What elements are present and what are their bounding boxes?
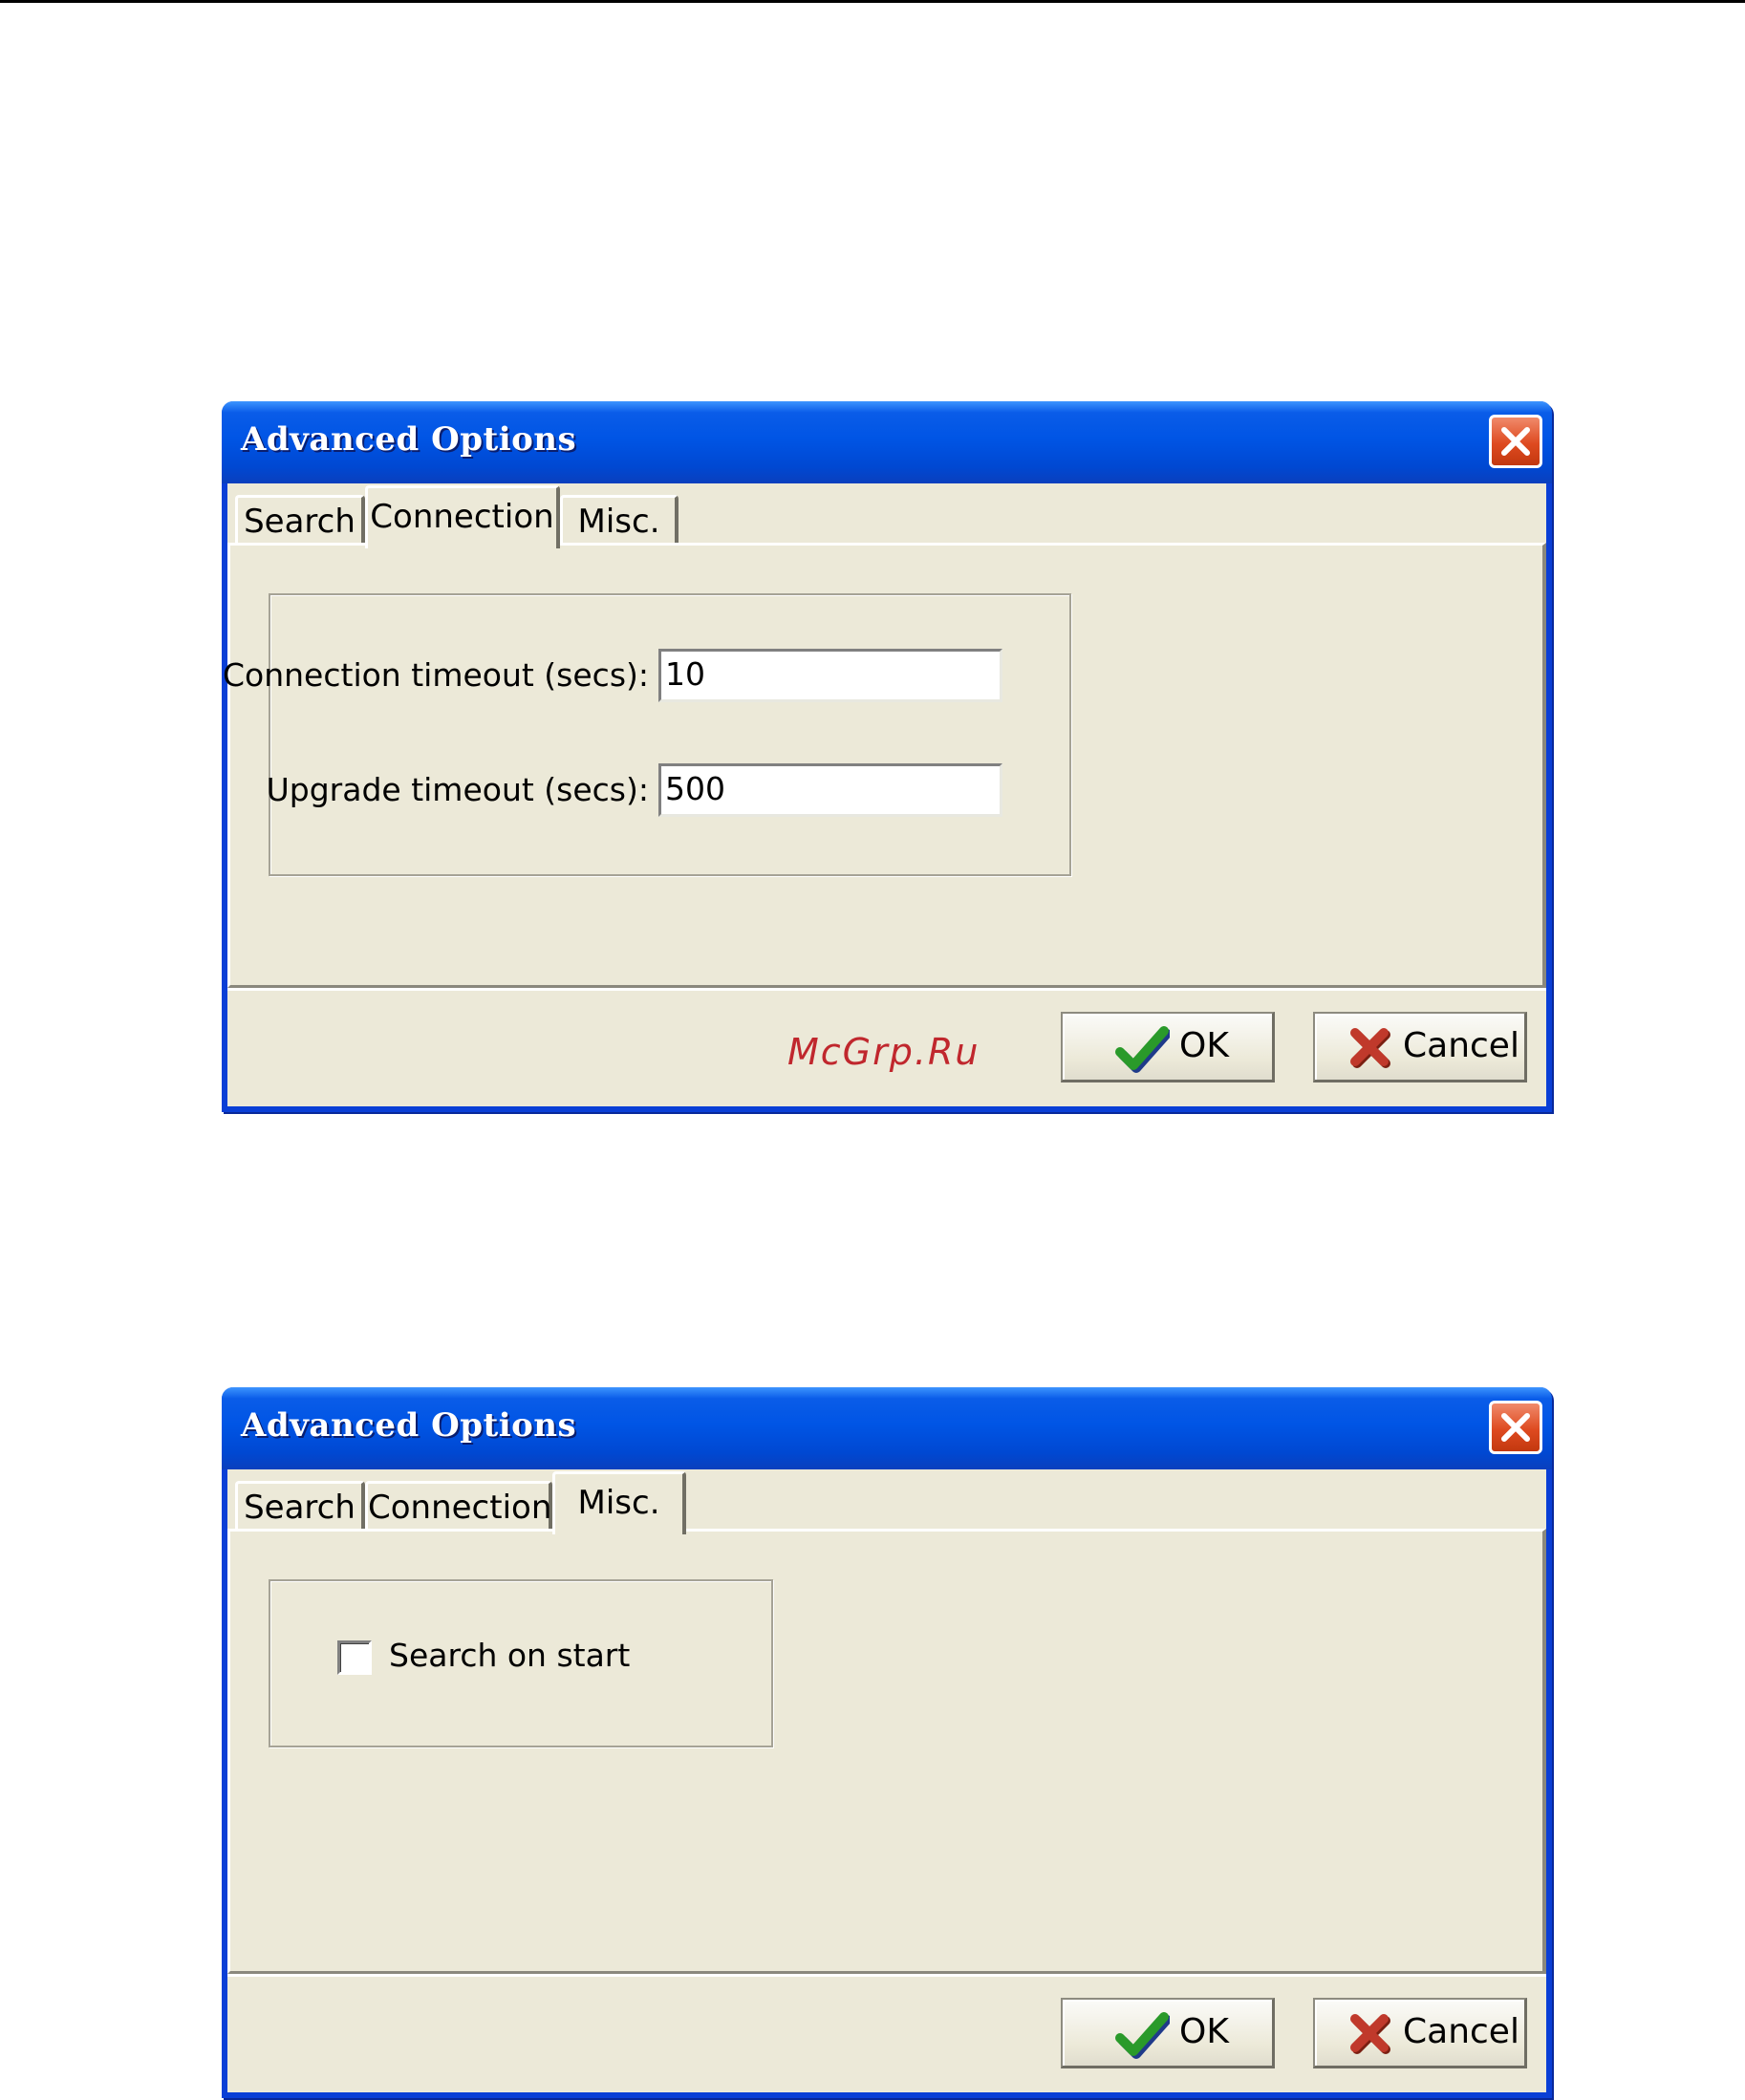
dialog-title: Advanced Options (241, 420, 577, 459)
connection-timeout-input[interactable]: 10 (658, 649, 1002, 702)
tab-search[interactable]: Search (235, 1481, 365, 1532)
x-icon (1350, 2014, 1390, 2054)
tab-strip: Search Connection Misc. (227, 1469, 1546, 1534)
search-on-start-checkbox[interactable] (337, 1640, 372, 1675)
close-icon (1501, 427, 1530, 456)
search-on-start-label[interactable]: Search on start (389, 1637, 630, 1674)
watermark-text: McGrp.Ru (787, 1031, 980, 1073)
cancel-button-label: Cancel (1403, 2012, 1519, 2051)
tab-strip: Search Connection Misc. (227, 483, 1546, 548)
tab-connection[interactable]: Connection (365, 485, 560, 548)
button-bar: McGrp.Ru OK Cancel (227, 988, 1546, 1106)
page-top-rule (0, 0, 1745, 3)
connection-timeout-label: Connection timeout (secs): (223, 656, 649, 694)
tab-misc[interactable]: Misc. (560, 495, 679, 546)
tab-search[interactable]: Search (235, 495, 365, 546)
tab-panel-connection: Connection timeout (secs): 10 Upgrade ti… (223, 543, 1546, 988)
cancel-button-label: Cancel (1403, 1026, 1519, 1065)
ok-button-label: OK (1179, 2012, 1229, 2051)
timeout-groupbox: Connection timeout (secs): 10 Upgrade ti… (223, 593, 1071, 876)
title-bar[interactable]: Advanced Options (222, 1387, 1552, 1469)
checkmark-icon (1115, 1026, 1170, 1073)
tab-connection[interactable]: Connection (365, 1481, 552, 1532)
ok-button[interactable]: OK (1061, 1012, 1275, 1082)
x-icon (1350, 1028, 1390, 1068)
tab-panel-misc: Search on start (227, 1529, 1546, 1974)
upgrade-timeout-input[interactable]: 500 (658, 763, 1002, 817)
cancel-button[interactable]: Cancel (1313, 1012, 1527, 1082)
misc-groupbox: Search on start (269, 1579, 773, 1747)
title-bar[interactable]: Advanced Options (222, 401, 1552, 483)
close-button[interactable] (1489, 1401, 1542, 1454)
advanced-options-dialog-misc: Advanced Options Search Connection Misc.… (222, 1387, 1552, 2098)
close-icon (1501, 1413, 1530, 1442)
advanced-options-dialog-connection: Advanced Options Search Connection Misc.… (222, 401, 1552, 1112)
checkmark-icon (1115, 2012, 1170, 2059)
dialog-title: Advanced Options (241, 1406, 577, 1445)
button-bar: OK Cancel (227, 1974, 1546, 2092)
ok-button-label: OK (1179, 1026, 1229, 1065)
ok-button[interactable]: OK (1061, 1998, 1275, 2068)
cancel-button[interactable]: Cancel (1313, 1998, 1527, 2068)
upgrade-timeout-label: Upgrade timeout (secs): (266, 771, 649, 808)
close-button[interactable] (1489, 415, 1542, 468)
tab-misc[interactable]: Misc. (552, 1471, 686, 1534)
